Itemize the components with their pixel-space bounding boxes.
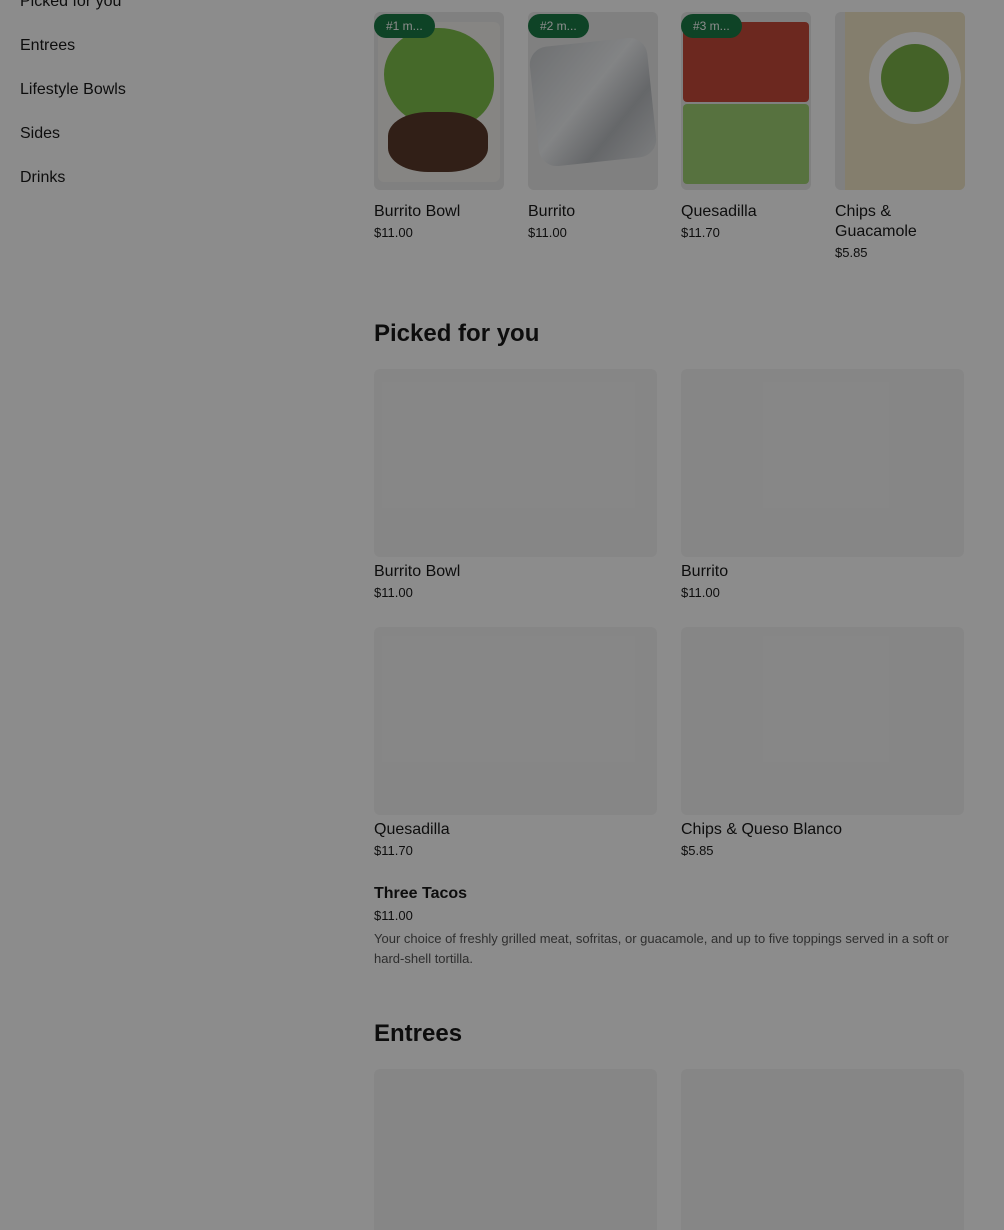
item-price: $11.00 bbox=[374, 908, 413, 923]
item-image: #1 m... bbox=[374, 12, 504, 190]
menu-item-card[interactable]: Quesadilla $11.70 bbox=[374, 627, 657, 858]
chips-guacamole-image bbox=[835, 12, 965, 190]
item-image bbox=[835, 12, 965, 190]
menu-item-card[interactable] bbox=[681, 1069, 964, 1230]
popular-item-card[interactable]: #2 m... Burrito $11.00 bbox=[528, 12, 658, 240]
item-price: $11.00 bbox=[374, 225, 413, 240]
sidebar-item-picked-for-you[interactable]: Picked for you bbox=[20, 0, 320, 30]
section-title-entrees: Entrees bbox=[374, 1020, 463, 1047]
item-image: #3 m... bbox=[681, 12, 811, 190]
item-price: $5.85 bbox=[681, 843, 714, 858]
item-image: #2 m... bbox=[528, 12, 658, 190]
item-image-placeholder bbox=[374, 1069, 657, 1230]
item-price: $5.85 bbox=[835, 245, 868, 260]
item-name: Quesadilla bbox=[681, 203, 757, 220]
item-name: Burrito Bowl bbox=[374, 203, 461, 220]
menu-item-card[interactable]: Chips & Queso Blanco $5.85 bbox=[681, 627, 964, 858]
item-price: $11.00 bbox=[681, 585, 720, 600]
popularity-badge: #3 m... bbox=[681, 14, 742, 38]
item-image-placeholder bbox=[681, 369, 964, 557]
popularity-badge: #2 m... bbox=[528, 14, 589, 38]
item-name: Burrito Bowl bbox=[374, 563, 461, 580]
burrito-image bbox=[528, 12, 658, 190]
menu-item-card[interactable]: Burrito Bowl $11.00 bbox=[374, 369, 657, 600]
item-name: Burrito bbox=[528, 203, 576, 220]
item-name: Chips & Queso Blanco bbox=[681, 821, 842, 838]
menu-item-card[interactable]: Burrito $11.00 bbox=[681, 369, 964, 600]
menu-item-row[interactable]: Three Tacos $11.00 Your choice of freshl… bbox=[374, 884, 964, 969]
popular-item-card[interactable]: #1 m... Burrito Bowl $11.00 bbox=[374, 12, 504, 240]
item-image-placeholder bbox=[681, 627, 964, 815]
item-image-placeholder bbox=[374, 627, 657, 815]
item-price: $11.70 bbox=[374, 843, 413, 858]
section-title-picked-for-you: Picked for you bbox=[374, 320, 540, 347]
popular-items-carousel: #1 m... Burrito Bowl $11.00 #2 m... Burr… bbox=[374, 12, 1004, 272]
sidebar-item-lifestyle-bowls[interactable]: Lifestyle Bowls bbox=[20, 74, 320, 118]
sidebar-item-drinks[interactable]: Drinks bbox=[20, 162, 320, 206]
item-image-placeholder bbox=[681, 1069, 964, 1230]
item-image-placeholder bbox=[374, 369, 657, 557]
item-price: $11.70 bbox=[681, 225, 720, 240]
sidebar-item-entrees[interactable]: Entrees bbox=[20, 30, 320, 74]
category-sidebar: Picked for you Entrees Lifestyle Bowls S… bbox=[20, 0, 320, 206]
item-name: Three Tacos bbox=[374, 885, 468, 902]
popular-item-card[interactable]: Chips & Guacamole $5.85 bbox=[835, 12, 965, 260]
burrito-bowl-image bbox=[374, 12, 504, 190]
popularity-badge: #1 m... bbox=[374, 14, 435, 38]
item-name: Chips & Guacamole bbox=[835, 203, 917, 240]
sidebar-item-sides[interactable]: Sides bbox=[20, 118, 320, 162]
item-name: Burrito bbox=[681, 563, 729, 580]
menu-item-card[interactable] bbox=[374, 1069, 657, 1230]
popular-item-card[interactable]: #3 m... Quesadilla $11.70 bbox=[681, 12, 811, 240]
item-price: $11.00 bbox=[528, 225, 567, 240]
item-name: Quesadilla bbox=[374, 821, 450, 838]
quesadilla-image bbox=[681, 12, 811, 190]
item-description: Your choice of freshly grilled meat, sof… bbox=[374, 931, 949, 966]
item-price: $11.00 bbox=[374, 585, 413, 600]
